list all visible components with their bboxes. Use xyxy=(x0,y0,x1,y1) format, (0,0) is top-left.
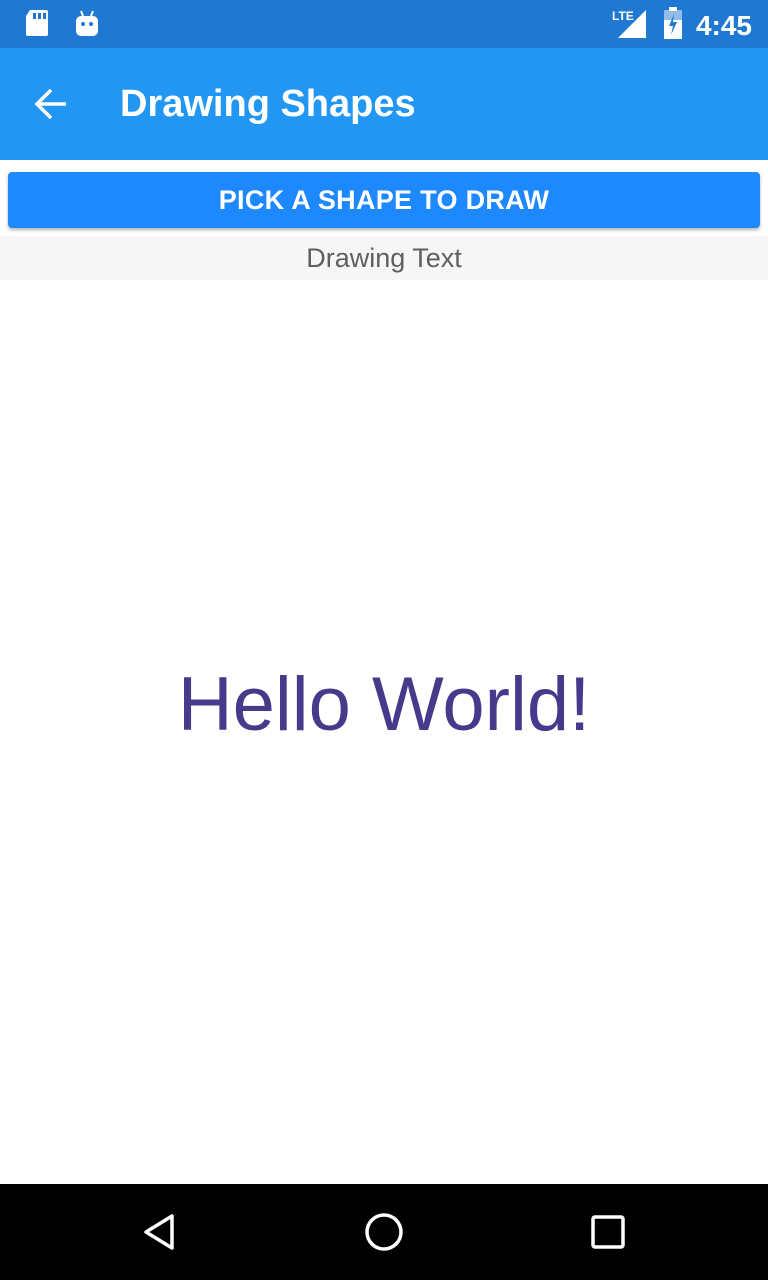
drawing-canvas[interactable]: Hello World! xyxy=(0,280,768,1184)
sd-card-icon xyxy=(24,8,50,43)
pick-shape-button[interactable]: PICK A SHAPE TO DRAW xyxy=(8,172,760,228)
battery-icon xyxy=(662,6,684,45)
home-icon xyxy=(365,1213,403,1251)
android-icon xyxy=(74,8,100,43)
recents-icon xyxy=(591,1215,625,1249)
status-bar: LTE 4:45 xyxy=(0,0,768,48)
drawing-mode-text: Drawing Text xyxy=(306,242,462,273)
back-button[interactable] xyxy=(24,76,80,132)
canvas-text: Hello World! xyxy=(177,662,591,747)
nav-home-button[interactable] xyxy=(358,1206,410,1258)
status-time: 4:45 xyxy=(695,9,752,41)
drawing-mode-label: Drawing Text xyxy=(0,236,768,280)
app-bar: Drawing Shapes xyxy=(0,48,768,160)
nav-back-button[interactable] xyxy=(134,1206,186,1258)
arrow-left-icon xyxy=(34,88,66,120)
back-icon xyxy=(144,1214,174,1250)
svg-text:LTE: LTE xyxy=(612,9,634,23)
nav-recents-button[interactable] xyxy=(582,1206,634,1258)
page-title: Drawing Shapes xyxy=(120,83,416,125)
system-nav-bar xyxy=(0,1184,768,1280)
signal-icon: LTE xyxy=(610,6,650,45)
